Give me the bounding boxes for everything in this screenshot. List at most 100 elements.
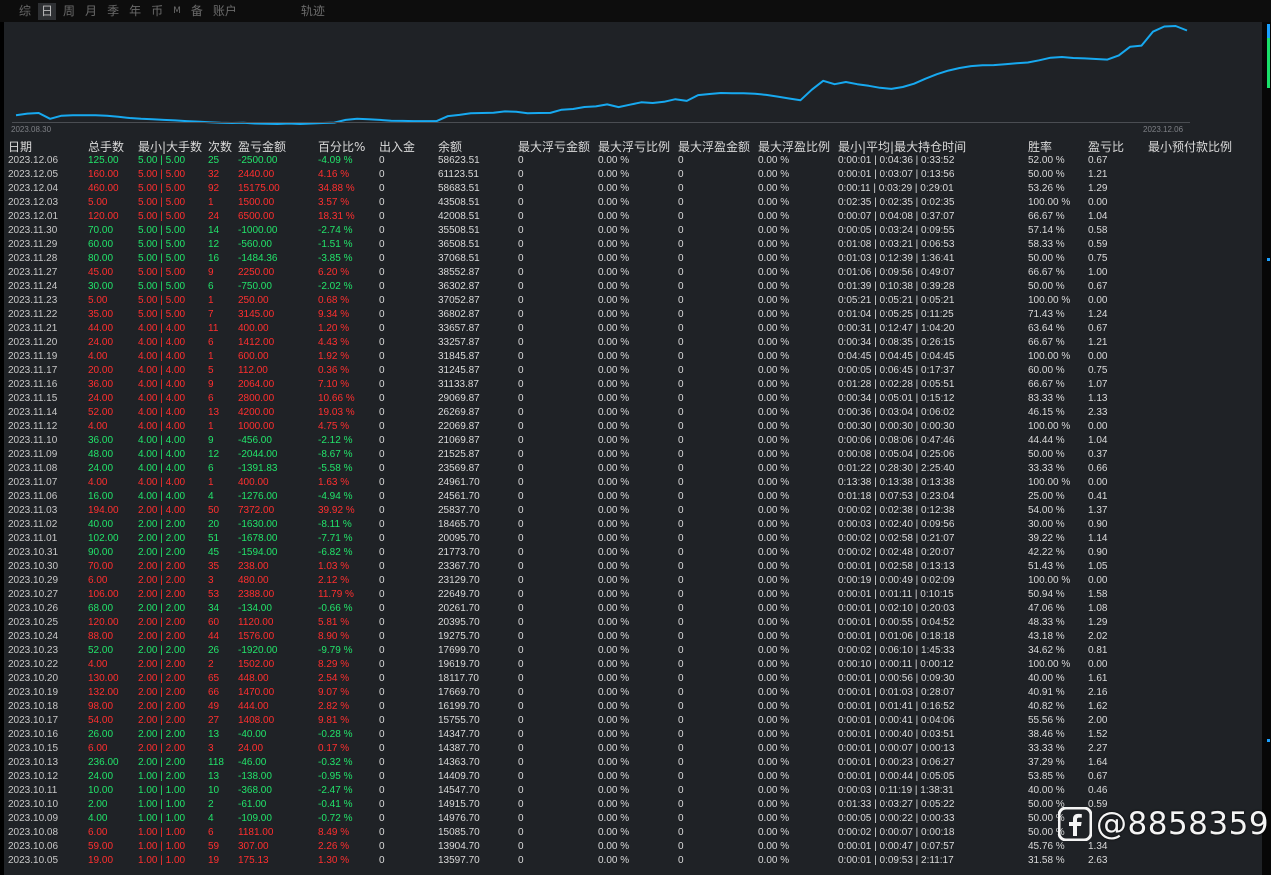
table-row[interactable]: 2023.11.28 80.00 5.00 | 5.00 16 -1484.36 -3.8…: [4, 252, 1262, 266]
table-row[interactable]: 2023.11.10 36.00 4.00 | 4.00 9 -456.00 -2.12 …: [4, 434, 1262, 448]
table-row[interactable]: 2023.11.12 4.00 4.00 | 4.00 1 1000.00 4.75 % 0…: [4, 420, 1262, 434]
table-row[interactable]: 2023.11.24 30.00 5.00 | 5.00 6 -750.00 -2.02 …: [4, 280, 1262, 294]
table-row[interactable]: 2023.11.02 40.00 2.00 | 2.00 20 -1630.00 -8.1…: [4, 518, 1262, 532]
table-row[interactable]: 2023.10.27 106.00 2.00 | 2.00 53 2388.00 11.7…: [4, 588, 1262, 602]
table-row[interactable]: 2023.11.21 44.00 4.00 | 4.00 11 400.00 1.20 %…: [4, 322, 1262, 336]
tab-1[interactable]: 日: [38, 2, 57, 20]
table-row[interactable]: 2023.11.16 36.00 4.00 | 4.00 9 2064.00 7.10 %…: [4, 378, 1262, 392]
table-row[interactable]: 2023.11.14 52.00 4.00 | 4.00 13 4200.00 19.03…: [4, 406, 1262, 420]
cell-win-rate: 46.15 %: [1028, 407, 1065, 418]
cell-total-lots: 2.00: [88, 799, 108, 810]
table-row[interactable]: 2023.10.06 59.00 1.00 | 1.00 59 307.00 2.26 %…: [4, 840, 1262, 854]
col-balance[interactable]: 余额: [438, 140, 462, 154]
table-row[interactable]: 2023.11.23 5.00 5.00 | 5.00 1 250.00 0.68 % 0 3…: [4, 294, 1262, 308]
cell-pl-ratio: 0.41: [1088, 491, 1108, 502]
cell-max-float-loss: 0: [518, 253, 524, 264]
col-max-float-loss-ratio[interactable]: 最大浮亏比例: [598, 140, 670, 154]
table-row[interactable]: 2023.11.30 70.00 5.00 | 5.00 14 -1000.00 -2.7…: [4, 224, 1262, 238]
col-total-lots[interactable]: 总手数: [88, 140, 124, 154]
tab-7[interactable]: M: [170, 3, 184, 20]
tab-3[interactable]: 月: [82, 3, 100, 20]
table-row[interactable]: 2023.11.07 4.00 4.00 | 4.00 1 400.00 1.63 % 0 2…: [4, 476, 1262, 490]
cell-win-rate: 39.22 %: [1028, 533, 1065, 544]
table-row[interactable]: 2023.11.22 35.00 5.00 | 5.00 7 3145.00 9.34 %…: [4, 308, 1262, 322]
table-row[interactable]: 2023.12.03 5.00 5.00 | 5.00 1 1500.00 3.57 % 0…: [4, 196, 1262, 210]
col-min-max-lots[interactable]: 最小|大手数: [138, 140, 202, 154]
table-row[interactable]: 2023.11.20 24.00 4.00 | 4.00 6 1412.00 4.43 %…: [4, 336, 1262, 350]
tab-2[interactable]: 周: [60, 3, 78, 20]
cell-total-lots: 24.00: [88, 337, 114, 348]
cell-max-float-profit: 0: [678, 631, 684, 642]
table-row[interactable]: 2023.10.05 19.00 1.00 | 1.00 19 175.13 1.30 %…: [4, 854, 1262, 868]
col-min-prepay[interactable]: 最小预付款比例: [1148, 140, 1232, 154]
table-row[interactable]: 2023.10.17 54.00 2.00 | 2.00 27 1408.00 9.81 …: [4, 714, 1262, 728]
col-max-float-loss[interactable]: 最大浮亏金额: [518, 140, 590, 154]
cell-max-float-loss: 0: [518, 155, 524, 166]
table-row[interactable]: 2023.11.09 48.00 4.00 | 4.00 12 -2044.00 -8.6…: [4, 448, 1262, 462]
table-row[interactable]: 2023.10.30 70.00 2.00 | 2.00 35 238.00 1.03 %…: [4, 560, 1262, 574]
col-pl[interactable]: 盈亏金额: [238, 140, 286, 154]
cell-pl-ratio: 1.29: [1088, 617, 1108, 628]
table-row[interactable]: 2023.10.18 98.00 2.00 | 2.00 49 444.00 2.82 %…: [4, 700, 1262, 714]
table-row[interactable]: 2023.10.13 236.00 2.00 | 2.00 118 -46.00 -0.3…: [4, 756, 1262, 770]
cell-max-float-profit-ratio: 0.00 %: [758, 253, 790, 264]
table-row[interactable]: 2023.10.23 52.00 2.00 | 2.00 26 -1920.00 -9.7…: [4, 644, 1262, 658]
table-row[interactable]: 2023.10.26 68.00 2.00 | 2.00 34 -134.00 -0.66…: [4, 602, 1262, 616]
table-row[interactable]: 2023.10.16 26.00 2.00 | 2.00 13 -40.00 -0.28 …: [4, 728, 1262, 742]
cell-max-float-loss-ratio: 0.00 %: [598, 771, 630, 782]
tab-4[interactable]: 季: [104, 3, 122, 20]
table-row[interactable]: 2023.10.25 120.00 2.00 | 2.00 60 1120.00 5.81…: [4, 616, 1262, 630]
table-row[interactable]: 2023.10.19 132.00 2.00 | 2.00 66 1470.00 9.07…: [4, 686, 1262, 700]
col-win-rate[interactable]: 胜率: [1028, 140, 1052, 154]
table-row[interactable]: 2023.11.19 4.00 4.00 | 4.00 1 600.00 1.92 % 0 3…: [4, 350, 1262, 364]
tab-9[interactable]: 账户: [210, 3, 240, 20]
cell-total-lots: 6.00: [88, 827, 108, 838]
table-row[interactable]: 2023.11.06 16.00 4.00 | 4.00 4 -1276.00 -4.94…: [4, 490, 1262, 504]
cell-total-lots: 52.00: [88, 645, 114, 656]
table-row[interactable]: 2023.10.29 6.00 2.00 | 2.00 3 480.00 2.12 % 0 2…: [4, 574, 1262, 588]
table-row[interactable]: 2023.12.01 120.00 5.00 | 5.00 24 6500.00 18.3…: [4, 210, 1262, 224]
table-row[interactable]: 2023.10.12 24.00 1.00 | 2.00 13 -138.00 -0.95…: [4, 770, 1262, 784]
table-row[interactable]: 2023.12.04 460.00 5.00 | 5.00 92 15175.00 34.…: [4, 182, 1262, 196]
cell-max-float-loss-ratio: 0.00 %: [598, 239, 630, 250]
col-percent[interactable]: 百分比%: [318, 140, 365, 154]
cell-balance: 14976.70: [438, 813, 480, 824]
tab-8[interactable]: 备: [188, 3, 206, 20]
table-row[interactable]: 2023.10.24 88.00 2.00 | 2.00 44 1576.00 8.90 …: [4, 630, 1262, 644]
cell-max-float-profit: 0: [678, 253, 684, 264]
col-max-float-profit[interactable]: 最大浮盈金额: [678, 140, 750, 154]
cell-max-float-profit: 0: [678, 365, 684, 376]
table-row[interactable]: 2023.10.15 6.00 2.00 | 2.00 3 24.00 0.17 % 0 14…: [4, 742, 1262, 756]
cell-win-rate: 53.85 %: [1028, 771, 1065, 782]
cell-percent: 0.17 %: [318, 743, 350, 754]
table-row[interactable]: 2023.11.03 194.00 2.00 | 4.00 50 7372.00 39.9…: [4, 504, 1262, 518]
table-row[interactable]: 2023.11.17 20.00 4.00 | 4.00 5 112.00 0.36 % 0…: [4, 364, 1262, 378]
tab-5[interactable]: 年: [126, 3, 144, 20]
col-count[interactable]: 次数: [208, 140, 232, 154]
table-row[interactable]: 2023.10.20 130.00 2.00 | 2.00 65 448.00 2.54 …: [4, 672, 1262, 686]
table-row[interactable]: 2023.10.11 10.00 1.00 | 1.00 10 -368.00 -2.47…: [4, 784, 1262, 798]
table-row[interactable]: 2023.11.27 45.00 5.00 | 5.00 9 2250.00 6.20 %…: [4, 266, 1262, 280]
table-row[interactable]: 2023.11.15 24.00 4.00 | 4.00 6 2800.00 10.66 …: [4, 392, 1262, 406]
table-row[interactable]: 2023.12.05 160.00 5.00 | 5.00 32 2440.00 4.16…: [4, 168, 1262, 182]
table-row[interactable]: 2023.11.08 24.00 4.00 | 4.00 6 -1391.83 -5.58…: [4, 462, 1262, 476]
table-row[interactable]: 2023.11.29 60.00 5.00 | 5.00 12 -560.00 -1.51…: [4, 238, 1262, 252]
cell-percent: 2.12 %: [318, 575, 350, 586]
cell-count: 32: [208, 169, 220, 180]
col-max-float-profit-ratio[interactable]: 最大浮盈比例: [758, 140, 830, 154]
tab-0[interactable]: 综: [16, 3, 34, 20]
table-row[interactable]: 2023.11.01 102.00 2.00 | 2.00 51 -1678.00 -7.…: [4, 532, 1262, 546]
cell-hold-time: 0:00:01 | 0:00:23 | 0:06:27: [838, 757, 955, 768]
tab-6[interactable]: 币: [148, 3, 166, 20]
col-pl-ratio[interactable]: 盈亏比: [1088, 140, 1124, 154]
cell-max-float-loss: 0: [518, 281, 524, 292]
table-row[interactable]: 2023.12.06 125.00 5.00 | 5.00 25 -2500.00 -4.…: [4, 154, 1262, 168]
cell-min-max-lots: 4.00 | 4.00: [138, 351, 186, 362]
col-hold-time[interactable]: 最小|平均|最大持仓时间: [838, 140, 966, 154]
col-date[interactable]: 日期: [8, 140, 32, 154]
table-row[interactable]: 2023.10.22 4.00 2.00 | 2.00 2 1502.00 8.29 % 0…: [4, 658, 1262, 672]
table-row[interactable]: 2023.10.31 90.00 2.00 | 2.00 45 -1594.00 -6.8…: [4, 546, 1262, 560]
col-deposit[interactable]: 出入金: [379, 140, 415, 154]
cell-max-float-profit: 0: [678, 715, 684, 726]
tab-10[interactable]: 轨迹: [298, 3, 328, 20]
